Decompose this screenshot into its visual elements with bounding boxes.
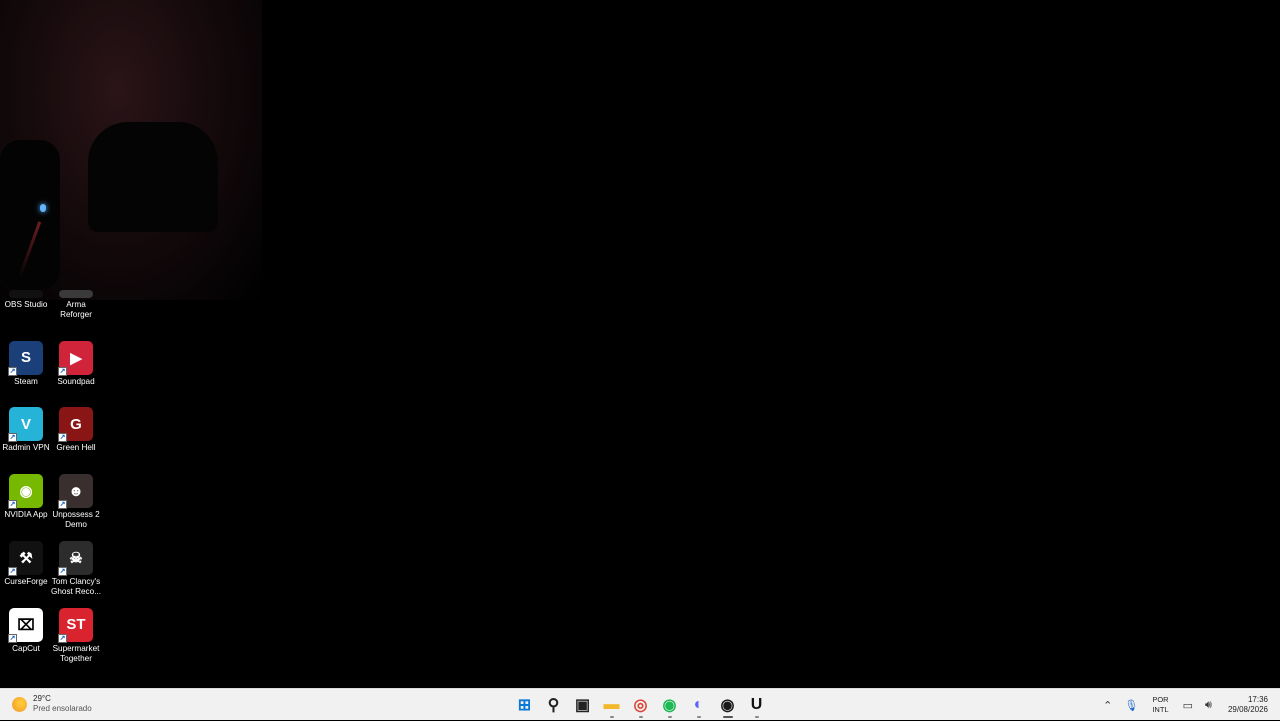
shortcut-arrow-icon: ↗ [58,566,67,576]
shortcut-arrow-icon: ↗ [8,366,17,376]
keyboard-layout: INTL [1152,705,1169,714]
desktop-icon-steam[interactable]: S ↗ Steam [0,340,52,387]
desktop-icon-label: OBS Studio [4,300,48,309]
shortcut-arrow-icon: ↗ [58,633,67,643]
app-icon: ⌧ ↗ [8,607,43,643]
taskbar: 29°C Pred ensolarado ⊞ ⚲ ▣ ▬ ◎ ◉ ◐ ◉ U ⌃ 🎙︎ POR … [0,688,1280,720]
shortcut-arrow-icon: ↗ [8,633,17,643]
app-icon: ☠ ↗ [58,540,93,576]
network-icon[interactable]: ▭ [1183,699,1193,712]
desktop-icon-label: Unpossess 2 Demo [52,510,100,530]
spotify-icon: ◉ [662,697,677,714]
windows-start-icon: ⊞ [517,697,532,714]
app-icon: ST ↗ [58,607,93,643]
desktop-icon-nvidia-app[interactable]: ◉ ↗ NVIDIA App [0,474,52,520]
desktop-icon-label: Supermarket Together [52,643,100,663]
app-icon: ◉ ↗ [8,474,43,510]
app-icon: V ↗ [8,407,43,443]
taskbar-task-view-button[interactable]: ▣ [568,692,597,718]
show-hidden-icons-chevron-icon[interactable]: ⌃ [1103,699,1112,712]
unreal-icon: U [750,696,763,713]
shortcut-arrow-icon: ↗ [8,500,17,510]
app-icon: ▶ ↗ [58,340,93,376]
running-indicator [722,716,733,718]
desktop-icon-label: Steam [14,376,38,386]
desktop-icon-label: Arma Reforger [60,300,92,319]
app-icon: S ↗ [8,340,43,376]
desktop-icon-label: Tom Clancy's Ghost Reco... [50,576,102,596]
desktop-icon-arma-reforger[interactable]: Arma Reforger [50,290,102,320]
task-view-icon: ▣ [574,697,591,714]
taskbar-spotify-button[interactable]: ◉ [655,692,684,718]
app-icon [59,290,93,298]
shortcut-arrow-icon: ↗ [58,366,67,376]
clock-date: 29/08/2026 [1227,705,1268,714]
language-indicator[interactable]: POR INTL [1152,695,1168,715]
webcam-overlay [0,0,262,300]
desktop-icon-label: Green Hell [56,443,96,453]
running-indicator [754,716,759,718]
clock[interactable]: 17:36 29/08/2026 [1228,695,1268,715]
desktop-icon-unpossess-2-demo[interactable]: ☻ ↗ Unpossess 2 Demo [50,474,102,530]
system-tray: ⌃ 🎙︎ POR INTL ▭ 🔊︎ 17:36 29/08/2026 [1097,689,1280,721]
webcam-person-head [88,122,218,232]
weather-sun-icon [12,696,27,712]
app-icon: ☻ ↗ [58,474,93,510]
app-icon: ⚒ ↗ [8,540,43,576]
language-code: POR [1152,695,1169,704]
discord-icon: ◐ [693,696,704,713]
desktop-icon-tom-clancy-s-ghost-reco[interactable]: ☠ ↗ Tom Clancy's Ghost Reco... [50,540,102,597]
taskbar-search-button[interactable]: ⚲ [539,692,568,718]
obs-icon: ◉ [720,697,735,714]
running-indicator [609,716,614,718]
search-icon: ⚲ [547,697,560,714]
running-indicator [696,716,701,718]
running-indicator [638,716,643,718]
desktop-icon-label: NVIDIA App [4,510,48,520]
chrome-icon: ◎ [633,697,648,714]
taskbar-chrome-button[interactable]: ◎ [626,692,655,718]
desktop-icon-label: CapCut [12,643,40,653]
taskbar-apps: ⊞ ⚲ ▣ ▬ ◎ ◉ ◐ ◉ U [510,692,771,718]
taskbar-windows-start-button[interactable]: ⊞ [510,692,539,718]
microphone-icon[interactable]: 🎙︎ [1124,699,1138,712]
desktop-icon-curseforge[interactable]: ⚒ ↗ CurseForge [0,540,52,587]
desktop-icon-obs-studio[interactable]: OBS Studio [0,290,52,310]
taskbar-discord-button[interactable]: ◐ [684,692,713,718]
desktop-icon-label: Soundpad [57,376,95,386]
desktop-icon-supermarket-together[interactable]: ST ↗ Supermarket Together [50,607,102,664]
shortcut-arrow-icon: ↗ [8,433,17,443]
webcam-person-body [0,140,60,290]
shortcut-arrow-icon: ↗ [8,566,17,576]
desktop-icon-capcut[interactable]: ⌧ ↗ CapCut [0,607,52,654]
desktop: OBS Studio Arma Reforger S ↗ Steam ▶ ↗ Soundpad… [0,0,1280,688]
file-explorer-icon: ▬ [603,696,620,713]
desktop-icon-label: CurseForge [4,576,48,586]
clock-time: 17:36 [1247,695,1268,704]
desktop-icon-label: Radmin VPN [2,443,50,453]
desktop-icon-soundpad[interactable]: ▶ ↗ Soundpad [50,340,102,387]
app-icon: G ↗ [58,407,93,443]
headset-light [40,204,46,212]
volume-icon[interactable]: 🔊︎ [1205,699,1212,712]
shortcut-arrow-icon: ↗ [58,500,67,510]
running-indicator [667,716,672,718]
app-icon [9,290,43,298]
desktop-icon-radmin-vpn[interactable]: V ↗ Radmin VPN [0,407,52,453]
desktop-icon-green-hell[interactable]: G ↗ Green Hell [50,407,102,453]
weather-condition: Pred ensolarado [33,704,92,713]
shortcut-arrow-icon: ↗ [58,433,67,443]
weather-widget[interactable]: 29°C Pred ensolarado [12,694,92,714]
taskbar-obs-button[interactable]: ◉ [713,692,742,718]
weather-temperature: 29°C [33,694,51,703]
taskbar-unreal-button[interactable]: U [742,692,771,718]
taskbar-file-explorer-button[interactable]: ▬ [597,692,626,718]
